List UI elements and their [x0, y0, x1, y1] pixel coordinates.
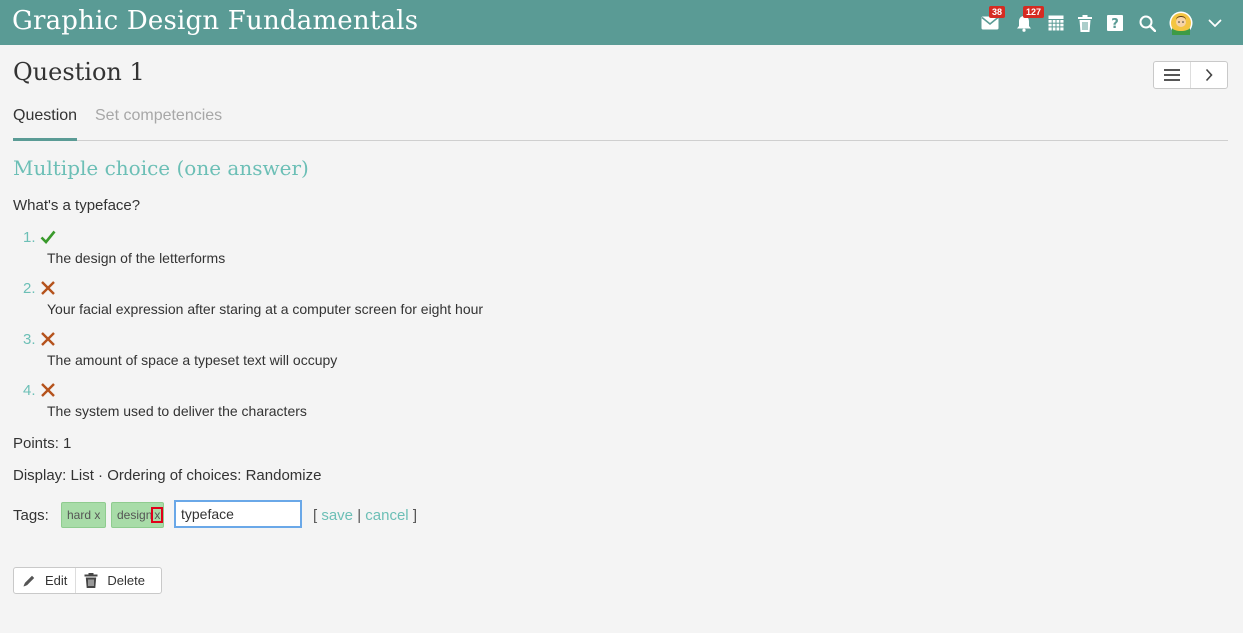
help-icon[interactable]: ? [1104, 12, 1126, 34]
top-bar: Graphic Design Fundamentals 38 127 ? [0, 0, 1243, 45]
page-title: Question 1 [13, 58, 145, 86]
notifications-badge: 127 [1023, 6, 1045, 18]
question-text: What's a typeface? [13, 197, 141, 214]
tab-bar: Question Set competencies [13, 106, 1228, 141]
choice-number: 2. [23, 280, 36, 297]
list-menu-icon [1164, 69, 1180, 81]
question-type-heading: Multiple choice (one answer) [13, 156, 309, 180]
choice-text: Your facial expression after staring at … [47, 301, 484, 317]
pencil-icon [23, 575, 35, 586]
action-button-group: Edit Delete [13, 567, 162, 594]
choice-item: 4. The system used to deliver the charac… [13, 382, 613, 426]
list-menu-button[interactable] [1154, 62, 1190, 88]
choice-item: 2. Your facial expression after staring … [13, 280, 613, 324]
tag-input[interactable] [174, 500, 302, 528]
remove-tag-button[interactable]: x [151, 507, 164, 523]
tag-actions: [ save | cancel ] [313, 507, 417, 524]
header-button-group [1153, 61, 1228, 89]
choice-item: 1. The design of the letterforms [13, 229, 613, 273]
search-icon[interactable] [1136, 12, 1158, 34]
choice-item: 3. The amount of space a typeset text wi… [13, 331, 613, 375]
checkmark-icon [40, 230, 56, 244]
choice-number: 3. [23, 331, 36, 348]
delete-label: Delete [107, 573, 145, 588]
cross-icon [41, 281, 55, 295]
edit-label: Edit [45, 573, 68, 588]
choice-text: The amount of space a typeset text will … [47, 352, 338, 368]
tag-hard: hard x [61, 502, 107, 528]
next-question-button[interactable] [1190, 62, 1227, 88]
cancel-link[interactable]: cancel [365, 507, 408, 524]
user-avatar[interactable] [1169, 11, 1193, 35]
bell-icon[interactable]: 127 [1013, 6, 1045, 34]
tag-label: design [117, 508, 153, 522]
separator: | [357, 507, 362, 524]
choice-text: The system used to deliver the character… [47, 403, 307, 419]
tag-design: design x [111, 502, 165, 528]
display-settings: Display: List · Ordering of choices: Ran… [13, 467, 322, 484]
envelope-icon[interactable]: 38 [979, 6, 1006, 34]
save-link[interactable]: save [321, 507, 353, 524]
choice-text: The design of the letterforms [47, 250, 226, 266]
tab-set-competencies[interactable]: Set competencies [95, 107, 222, 141]
chevron-right-icon [1205, 68, 1213, 82]
chevron-down-icon[interactable] [1204, 12, 1226, 34]
remove-tag-button[interactable]: x [94, 508, 100, 522]
tab-question[interactable]: Question [13, 107, 78, 141]
points-value: Points: 1 [13, 435, 72, 452]
cross-icon [41, 332, 55, 346]
choice-number: 1. [23, 229, 36, 246]
close-bracket: ] [412, 507, 417, 524]
app-title[interactable]: Graphic Design Fundamentals [12, 6, 418, 36]
messages-badge: 38 [989, 6, 1006, 18]
delete-button[interactable]: Delete [75, 568, 153, 593]
cross-icon [41, 383, 55, 397]
svg-text:?: ? [1111, 17, 1119, 31]
tag-label: hard [67, 508, 92, 522]
trash-icon [84, 573, 98, 588]
calendar-icon[interactable] [1045, 12, 1067, 34]
edit-button[interactable]: Edit [14, 568, 75, 593]
choice-number: 4. [23, 382, 36, 399]
trash-icon[interactable] [1074, 12, 1096, 34]
open-bracket: [ [313, 507, 318, 524]
tags-label: Tags: [13, 507, 49, 524]
